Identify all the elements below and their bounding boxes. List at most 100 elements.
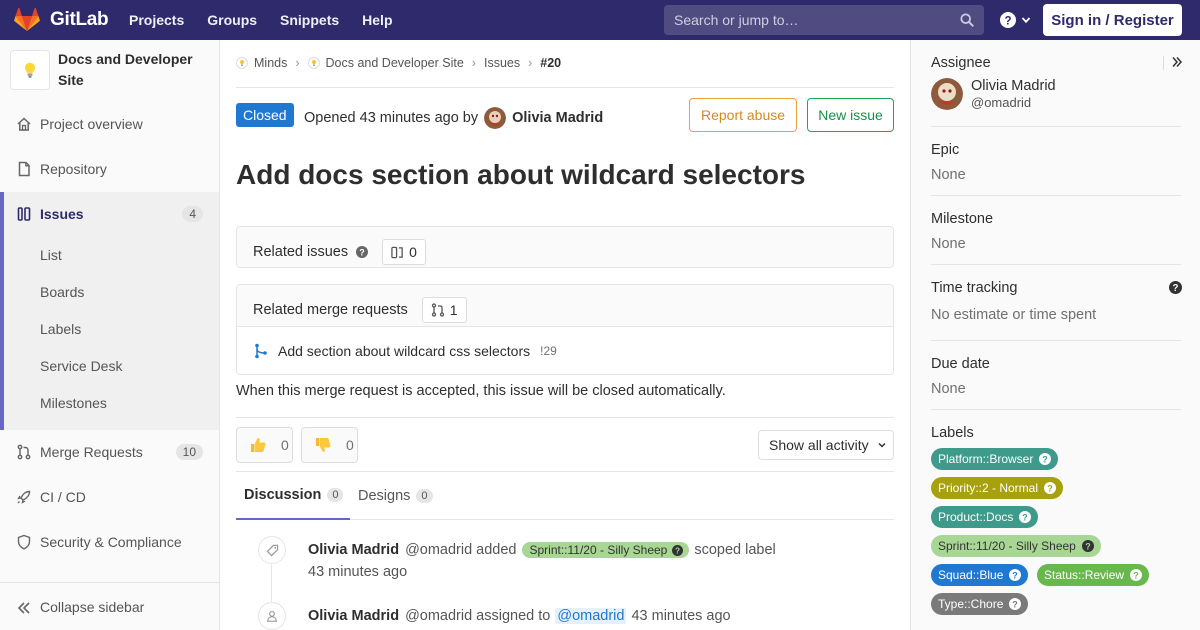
divider [931,409,1181,410]
sign-in-register-button[interactable]: Sign in / Register [1043,4,1182,36]
sidebar-item-label: Security & Compliance [40,534,182,550]
related-mrs-count[interactable]: 1 [421,297,467,323]
breadcrumb-minds[interactable]: Minds [254,56,287,70]
auto-close-note: When this merge request is accepted, thi… [236,383,726,399]
status-badge: Closed [236,103,294,127]
report-abuse-button[interactable]: Report abuse [689,98,797,132]
time-tracking-block: Time tracking No estimate or time spent [931,280,1181,323]
label-status-review[interactable]: Status::Review ? [1037,564,1150,586]
label-product-docs[interactable]: Product::Docs ? [931,506,1039,528]
project-avatar-icon [307,57,320,69]
sidebar-item-security-compliance[interactable]: Security & Compliance [0,520,219,564]
note-handle[interactable]: @omadrid [405,542,472,558]
tab-designs[interactable]: Designs 0 [358,472,433,520]
sidebar-item-repository[interactable]: Repository [0,147,219,191]
sidebar-item-label: Issues [40,206,84,222]
due-date-block: Due date None [931,356,1181,397]
assignee-label: Assignee [931,55,991,71]
note-handle[interactable]: @omadrid [405,608,472,624]
assignee-user[interactable]: Olivia Madrid @omadrid [931,78,1056,110]
due-date-value: None [931,381,966,397]
milestone-label: Milestone [931,211,994,227]
sidebar-item-ci-cd[interactable]: CI / CD [0,475,219,519]
thumbs-up-award-button[interactable]: 0 [236,427,293,463]
breadcrumb-issues[interactable]: Issues [484,56,520,70]
labels-block: Labels [931,425,1181,441]
milestone-value: None [931,236,966,252]
issue-tabs: Discussion 0 Designs 0 [236,472,894,520]
question-circle-icon: ? [1009,598,1022,610]
nav-snippets[interactable]: Snippets [280,12,339,28]
merge-request-row[interactable]: Add section about wildcard css selectors… [237,326,893,374]
note-timestamp[interactable]: 43 minutes ago [308,564,407,580]
timeline-icon-user [258,602,286,630]
divider [236,417,894,418]
breadcrumb-project[interactable]: Docs and Developer Site [326,56,464,70]
label-sprint-silly-sheep[interactable]: Sprint::11/20 - Silly Sheep ? [931,535,1101,557]
assignee-name[interactable]: Olivia Madrid [971,78,1056,94]
related-mrs-header: Related merge requests 1 [253,297,467,323]
svg-text:?: ? [1085,541,1091,551]
new-issue-button[interactable]: New issue [807,98,894,132]
label-text: Status::Review [1044,568,1125,582]
question-circle-icon[interactable]: ? [1169,281,1182,294]
author-avatar[interactable] [484,107,507,129]
thumbs-down-award-button[interactable]: 0 [301,427,358,463]
question-circle-icon[interactable]: ? [356,246,369,258]
chevron-right-icon: › [295,56,300,70]
nav-help[interactable]: Help [362,12,392,28]
svg-text:?: ? [1047,483,1053,493]
user-icon [267,610,277,622]
breadcrumb-current[interactable]: #20 [540,56,561,70]
time-tracking-label: Time tracking [931,280,1018,296]
label-platform-browser[interactable]: Platform::Browser ? [931,448,1059,470]
merge-request-icon [431,303,444,317]
sidebar-item-project-overview[interactable]: Project overview [0,102,219,146]
related-issues-count[interactable]: 0 [382,239,426,265]
label-type-chore[interactable]: Type::Chore ? [931,593,1029,615]
question-circle-icon: ? [1039,453,1052,465]
chevron-down-icon [878,442,886,448]
sidebar-item-merge-requests[interactable]: Merge Requests 10 [0,430,219,474]
merge-request-title[interactable]: Add section about wildcard css selectors [278,343,530,359]
svg-text:?: ? [1013,570,1019,580]
note-timestamp[interactable]: 43 minutes ago [631,608,730,624]
thumbs-down-count: 0 [346,437,354,453]
tab-discussion[interactable]: Discussion 0 [236,472,350,520]
project-avatar [10,50,50,90]
timeline-note-label-added: Olivia Madrid @omadrid added Sprint::11/… [308,542,776,558]
user-mention[interactable]: @omadrid [555,608,627,624]
sidebar-subitem-labels[interactable]: Labels [40,321,81,337]
divider [931,264,1181,265]
sidebar-item-issues[interactable]: Issues 4 [0,192,219,236]
nav-projects[interactable]: Projects [129,12,184,28]
search-input[interactable] [674,12,954,28]
svg-text:?: ? [675,546,680,555]
milestone-block: Milestone None [931,211,1181,252]
svg-text:?: ? [1133,570,1139,580]
project-header[interactable]: Docs and Developer Site [0,40,219,102]
scoped-label-badge[interactable]: Sprint::11/20 - Silly Sheep ? [521,542,690,558]
merge-request-open-icon [255,343,267,358]
sidebar-subitem-service-desk[interactable]: Service Desk [40,358,122,374]
sidebar-subitem-list[interactable]: List [40,247,62,263]
collapse-sidebar-button[interactable]: Collapse sidebar [0,582,219,630]
sidebar-subitem-boards[interactable]: Boards [40,284,84,300]
activity-filter-dropdown[interactable]: Show all activity [758,430,894,460]
double-chevron-right-icon[interactable] [1172,56,1182,68]
question-circle-icon: ? [1009,569,1022,581]
search-icon[interactable] [960,13,974,27]
nav-groups[interactable]: Groups [207,12,257,28]
note-author[interactable]: Olivia Madrid [308,608,399,624]
label-priority-normal[interactable]: Priority::2 - Normal ? [931,477,1064,499]
tag-icon [266,544,278,556]
sidebar-subitem-milestones[interactable]: Milestones [40,395,107,411]
epic-value: None [931,167,966,183]
help-dropdown[interactable]: ? [1000,12,1031,28]
issues-count-badge: 4 [182,206,203,222]
question-circle-icon: ? [1019,511,1032,523]
note-author[interactable]: Olivia Madrid [308,542,399,558]
author-name[interactable]: Olivia Madrid [512,110,603,126]
label-squad-blue[interactable]: Squad::Blue ? [931,564,1029,586]
gitlab-logo[interactable]: GitLab [14,8,114,32]
